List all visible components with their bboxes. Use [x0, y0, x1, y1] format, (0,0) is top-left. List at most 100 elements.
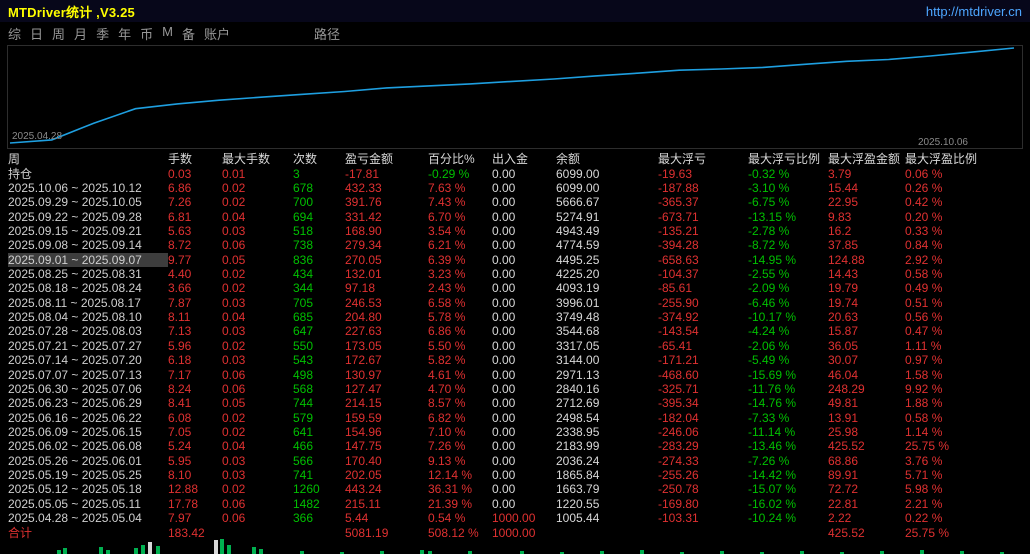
cell-deposit: 0.00 [492, 238, 556, 252]
cell-max-float-profit: 13.91 [828, 411, 905, 425]
menu-item-7[interactable]: M [162, 24, 173, 43]
header-deposit: 出入金 [492, 152, 556, 166]
table-row[interactable]: 2025.07.28 ~ 2025.08.037.130.03647227.63… [0, 324, 1030, 338]
table-row[interactable]: 2025.04.28 ~ 2025.05.047.970.063665.440.… [0, 511, 1030, 525]
cell-max-float-profit: 37.85 [828, 238, 905, 252]
cell-max-float-profit-pct: 25.75 % [905, 526, 975, 540]
cell-lots: 5.24 [168, 439, 222, 453]
table-row[interactable]: 2025.06.09 ~ 2025.06.157.050.02641154.96… [0, 425, 1030, 439]
cell-max-float-loss-pct: -15.69 % [748, 368, 828, 382]
mini-bar [214, 540, 218, 554]
cell-max-float-profit-pct: 25.75 % [905, 439, 975, 453]
cell-deposit: 0.00 [492, 195, 556, 209]
menu-item-4[interactable]: 季 [96, 24, 109, 43]
cell-pl-amount: 443.24 [345, 482, 428, 496]
menu-item-1[interactable]: 日 [30, 24, 43, 43]
cell-deposit: 0.00 [492, 497, 556, 511]
cell-deposit: 0.00 [492, 468, 556, 482]
position-row[interactable]: 持仓0.030.013-17.81-0.29 %0.006099.00-19.6… [0, 166, 1030, 180]
cell-pl-percent: 7.26 % [428, 439, 492, 453]
cell-max-float-profit-pct: 0.42 % [905, 195, 975, 209]
mtdriver-website-link[interactable]: http://mtdriver.cn [926, 4, 1022, 19]
cell-max-float-profit: 248.29 [828, 382, 905, 396]
cell-pl-percent: 6.70 % [428, 210, 492, 224]
cell-pl-amount: 147.75 [345, 439, 428, 453]
cell-count: 518 [293, 224, 345, 238]
cell-balance: 4225.20 [556, 267, 658, 281]
menu-item-5[interactable]: 年 [118, 24, 131, 43]
menu-bar: 综日周月季年币M备账户 路径 [0, 22, 1030, 45]
cell-pl-percent: -0.29 % [428, 167, 492, 181]
table-row[interactable]: 2025.08.25 ~ 2025.08.314.400.02434132.01… [0, 267, 1030, 281]
table-row[interactable]: 2025.06.30 ~ 2025.07.068.240.06568127.47… [0, 382, 1030, 396]
cell-max-float-loss: -658.63 [658, 253, 748, 267]
table-row[interactable]: 2025.07.14 ~ 2025.07.206.180.03543172.67… [0, 353, 1030, 367]
cell-date: 2025.07.21 ~ 2025.07.27 [8, 339, 168, 353]
cell-max-float-profit-pct: 0.06 % [905, 167, 975, 181]
table-row[interactable]: 2025.08.18 ~ 2025.08.243.660.0234497.182… [0, 281, 1030, 295]
table-row[interactable]: 2025.08.04 ~ 2025.08.108.110.04685204.80… [0, 310, 1030, 324]
menu-item-6[interactable]: 币 [140, 24, 153, 43]
cell-max-float-profit: 20.63 [828, 310, 905, 324]
table-row[interactable]: 2025.06.16 ~ 2025.06.226.080.02579159.59… [0, 410, 1030, 424]
cell-max-float-profit-pct: 0.33 % [905, 224, 975, 238]
cell-max-float-profit-pct: 0.84 % [905, 238, 975, 252]
cell-max-float-profit: 425.52 [828, 439, 905, 453]
table-row[interactable]: 2025.09.29 ~ 2025.10.057.260.02700391.76… [0, 195, 1030, 209]
cell-count: 543 [293, 353, 345, 367]
cell-max-float-profit: 19.79 [828, 281, 905, 295]
equity-chart-svg [0, 45, 1030, 150]
cell-lots: 7.26 [168, 195, 222, 209]
cell-date: 2025.06.16 ~ 2025.06.22 [8, 411, 168, 425]
cell-date: 2025.09.15 ~ 2025.09.21 [8, 224, 168, 238]
table-row[interactable]: 2025.08.11 ~ 2025.08.177.870.03705246.53… [0, 296, 1030, 310]
cell-pl-amount: 214.15 [345, 396, 428, 410]
cell-max-float-profit-pct: 2.92 % [905, 253, 975, 267]
cell-max-lots: 0.03 [222, 468, 293, 482]
table-row[interactable]: 2025.05.26 ~ 2025.06.015.950.03566170.40… [0, 454, 1030, 468]
cell-lots: 9.77 [168, 253, 222, 267]
cell-max-float-loss-pct: -2.78 % [748, 224, 828, 238]
table-row[interactable]: 2025.09.08 ~ 2025.09.148.720.06738279.34… [0, 238, 1030, 252]
cell-pl-amount: 97.18 [345, 281, 428, 295]
table-row[interactable]: 2025.09.01 ~ 2025.09.079.770.05836270.05… [0, 253, 1030, 267]
mini-bar [420, 550, 424, 554]
cell-date: 2025.08.04 ~ 2025.08.10 [8, 310, 168, 324]
menu-item-8[interactable]: 备 [182, 24, 195, 43]
header-pl-percent: 百分比% [428, 152, 492, 166]
cell-date: 2025.08.25 ~ 2025.08.31 [8, 267, 168, 281]
cell-max-float-profit-pct: 0.47 % [905, 324, 975, 338]
cell-max-lots: 0.06 [222, 497, 293, 511]
cell-max-float-loss-pct: -14.95 % [748, 253, 828, 267]
cell-max-lots: 0.03 [222, 296, 293, 310]
table-row[interactable]: 2025.06.02 ~ 2025.06.085.240.04466147.75… [0, 439, 1030, 453]
cell-max-float-profit: 9.83 [828, 210, 905, 224]
cell-max-float-loss: -394.28 [658, 238, 748, 252]
table-row[interactable]: 2025.05.19 ~ 2025.05.258.100.03741202.05… [0, 468, 1030, 482]
table-row[interactable]: 2025.06.23 ~ 2025.06.298.410.05744214.15… [0, 396, 1030, 410]
cell-lots: 183.42 [168, 526, 222, 540]
cell-date: 2025.07.14 ~ 2025.07.20 [8, 353, 168, 367]
cell-max-lots: 0.02 [222, 181, 293, 195]
table-row[interactable]: 2025.09.22 ~ 2025.09.286.810.04694331.42… [0, 209, 1030, 223]
header-pl-amount: 盈亏金额 [345, 152, 428, 166]
table-row[interactable]: 2025.05.12 ~ 2025.05.1812.880.021260443.… [0, 482, 1030, 496]
menu-item-2[interactable]: 周 [52, 24, 65, 43]
menu-item-0[interactable]: 综 [8, 24, 21, 43]
cell-count: 366 [293, 511, 345, 525]
cell-pl-amount: 391.76 [345, 195, 428, 209]
bottom-bar-chart [0, 539, 1030, 554]
menu-item-9[interactable]: 账户 [204, 24, 230, 43]
table-row[interactable]: 2025.07.07 ~ 2025.07.137.170.06498130.97… [0, 367, 1030, 381]
menu-item-3[interactable]: 月 [74, 24, 87, 43]
cell-lots: 6.08 [168, 411, 222, 425]
table-row[interactable]: 2025.07.21 ~ 2025.07.275.960.02550173.05… [0, 339, 1030, 353]
menu-item-path[interactable]: 路径 [314, 24, 340, 43]
table-row[interactable]: 2025.05.05 ~ 2025.05.1117.780.061482215.… [0, 497, 1030, 511]
table-row[interactable]: 2025.09.15 ~ 2025.09.215.630.03518168.90… [0, 224, 1030, 238]
total-row[interactable]: 合计183.425081.19508.12 %1000.00425.5225.7… [0, 525, 1030, 539]
table-row[interactable]: 2025.10.06 ~ 2025.10.126.860.02678432.33… [0, 181, 1030, 195]
cell-max-float-profit-pct: 3.76 % [905, 454, 975, 468]
cell-max-float-loss: -104.37 [658, 267, 748, 281]
cell-balance: 3544.68 [556, 324, 658, 338]
